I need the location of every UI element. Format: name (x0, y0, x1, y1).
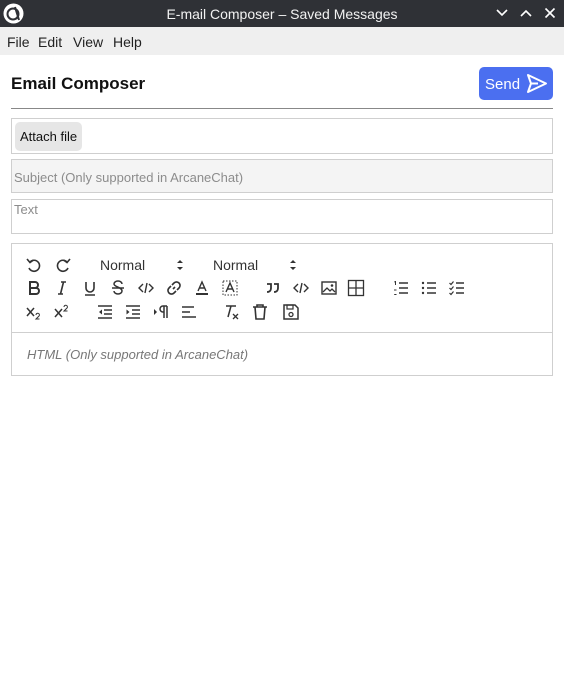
subject-input[interactable]: Subject (Only supported in ArcaneChat) (11, 159, 553, 193)
code-block-icon[interactable] (292, 279, 310, 297)
html-editor: Normal Normal HTML (Only supported in Ar… (11, 243, 553, 376)
header-divider (11, 108, 553, 109)
send-label: Send (485, 76, 521, 93)
minimize-icon[interactable] (494, 5, 510, 21)
align-icon[interactable] (180, 303, 198, 321)
undo-icon[interactable] (25, 256, 43, 274)
send-icon (527, 74, 547, 93)
rtl-icon[interactable] (152, 303, 170, 321)
save-icon[interactable] (282, 303, 300, 321)
html-placeholder: HTML (Only supported in ArcaneChat) (27, 347, 249, 362)
superscript-icon[interactable] (53, 303, 71, 321)
menu-bar: File Edit View Help (0, 27, 564, 55)
underline-icon[interactable] (81, 279, 99, 297)
subscript-icon[interactable] (25, 303, 43, 321)
highlight-icon[interactable] (221, 279, 239, 297)
attach-file-button[interactable]: Attach file (15, 122, 83, 151)
checklist-icon[interactable] (448, 279, 466, 297)
menu-edit[interactable]: Edit (38, 34, 62, 50)
text-color-icon[interactable] (193, 279, 211, 297)
text-input[interactable]: Text (11, 199, 553, 234)
select-arrows-icon (290, 260, 296, 270)
page-title: Email Composer (11, 74, 146, 93)
maximize-icon[interactable] (518, 5, 534, 21)
ordered-list-icon[interactable] (392, 279, 410, 297)
window-titlebar: E-mail Composer – Saved Messages (0, 0, 564, 27)
attachment-area: Attach file (11, 118, 553, 154)
window-title: E-mail Composer – Saved Messages (166, 6, 398, 22)
table-icon[interactable] (347, 279, 365, 297)
bold-icon[interactable] (25, 279, 43, 297)
code-inline-icon[interactable] (137, 279, 155, 297)
text-placeholder: Text (14, 202, 38, 217)
blockquote-icon[interactable] (264, 279, 282, 297)
indent-icon[interactable] (124, 303, 142, 321)
strikethrough-icon[interactable] (109, 279, 127, 297)
bullet-list-icon[interactable] (420, 279, 438, 297)
menu-file[interactable]: File (7, 34, 30, 50)
menu-help[interactable]: Help (113, 34, 142, 50)
subject-placeholder: Subject (Only supported in ArcaneChat) (14, 170, 244, 185)
clear-format-icon[interactable] (223, 303, 241, 321)
close-icon[interactable] (542, 5, 558, 21)
send-button[interactable]: Send (479, 67, 553, 100)
editor-toolbar: Normal Normal (12, 244, 552, 333)
link-icon[interactable] (165, 279, 183, 297)
select-arrows-icon (177, 260, 183, 270)
redo-icon[interactable] (54, 256, 72, 274)
delete-icon[interactable] (251, 303, 269, 321)
image-icon[interactable] (320, 279, 338, 297)
header-select-value: Normal (100, 257, 146, 273)
italic-icon[interactable] (53, 279, 71, 297)
outdent-icon[interactable] (96, 303, 114, 321)
header-select[interactable]: Normal (100, 256, 184, 274)
size-select-value: Normal (213, 257, 259, 273)
menu-view[interactable]: View (73, 34, 103, 50)
size-select[interactable]: Normal (213, 256, 297, 274)
